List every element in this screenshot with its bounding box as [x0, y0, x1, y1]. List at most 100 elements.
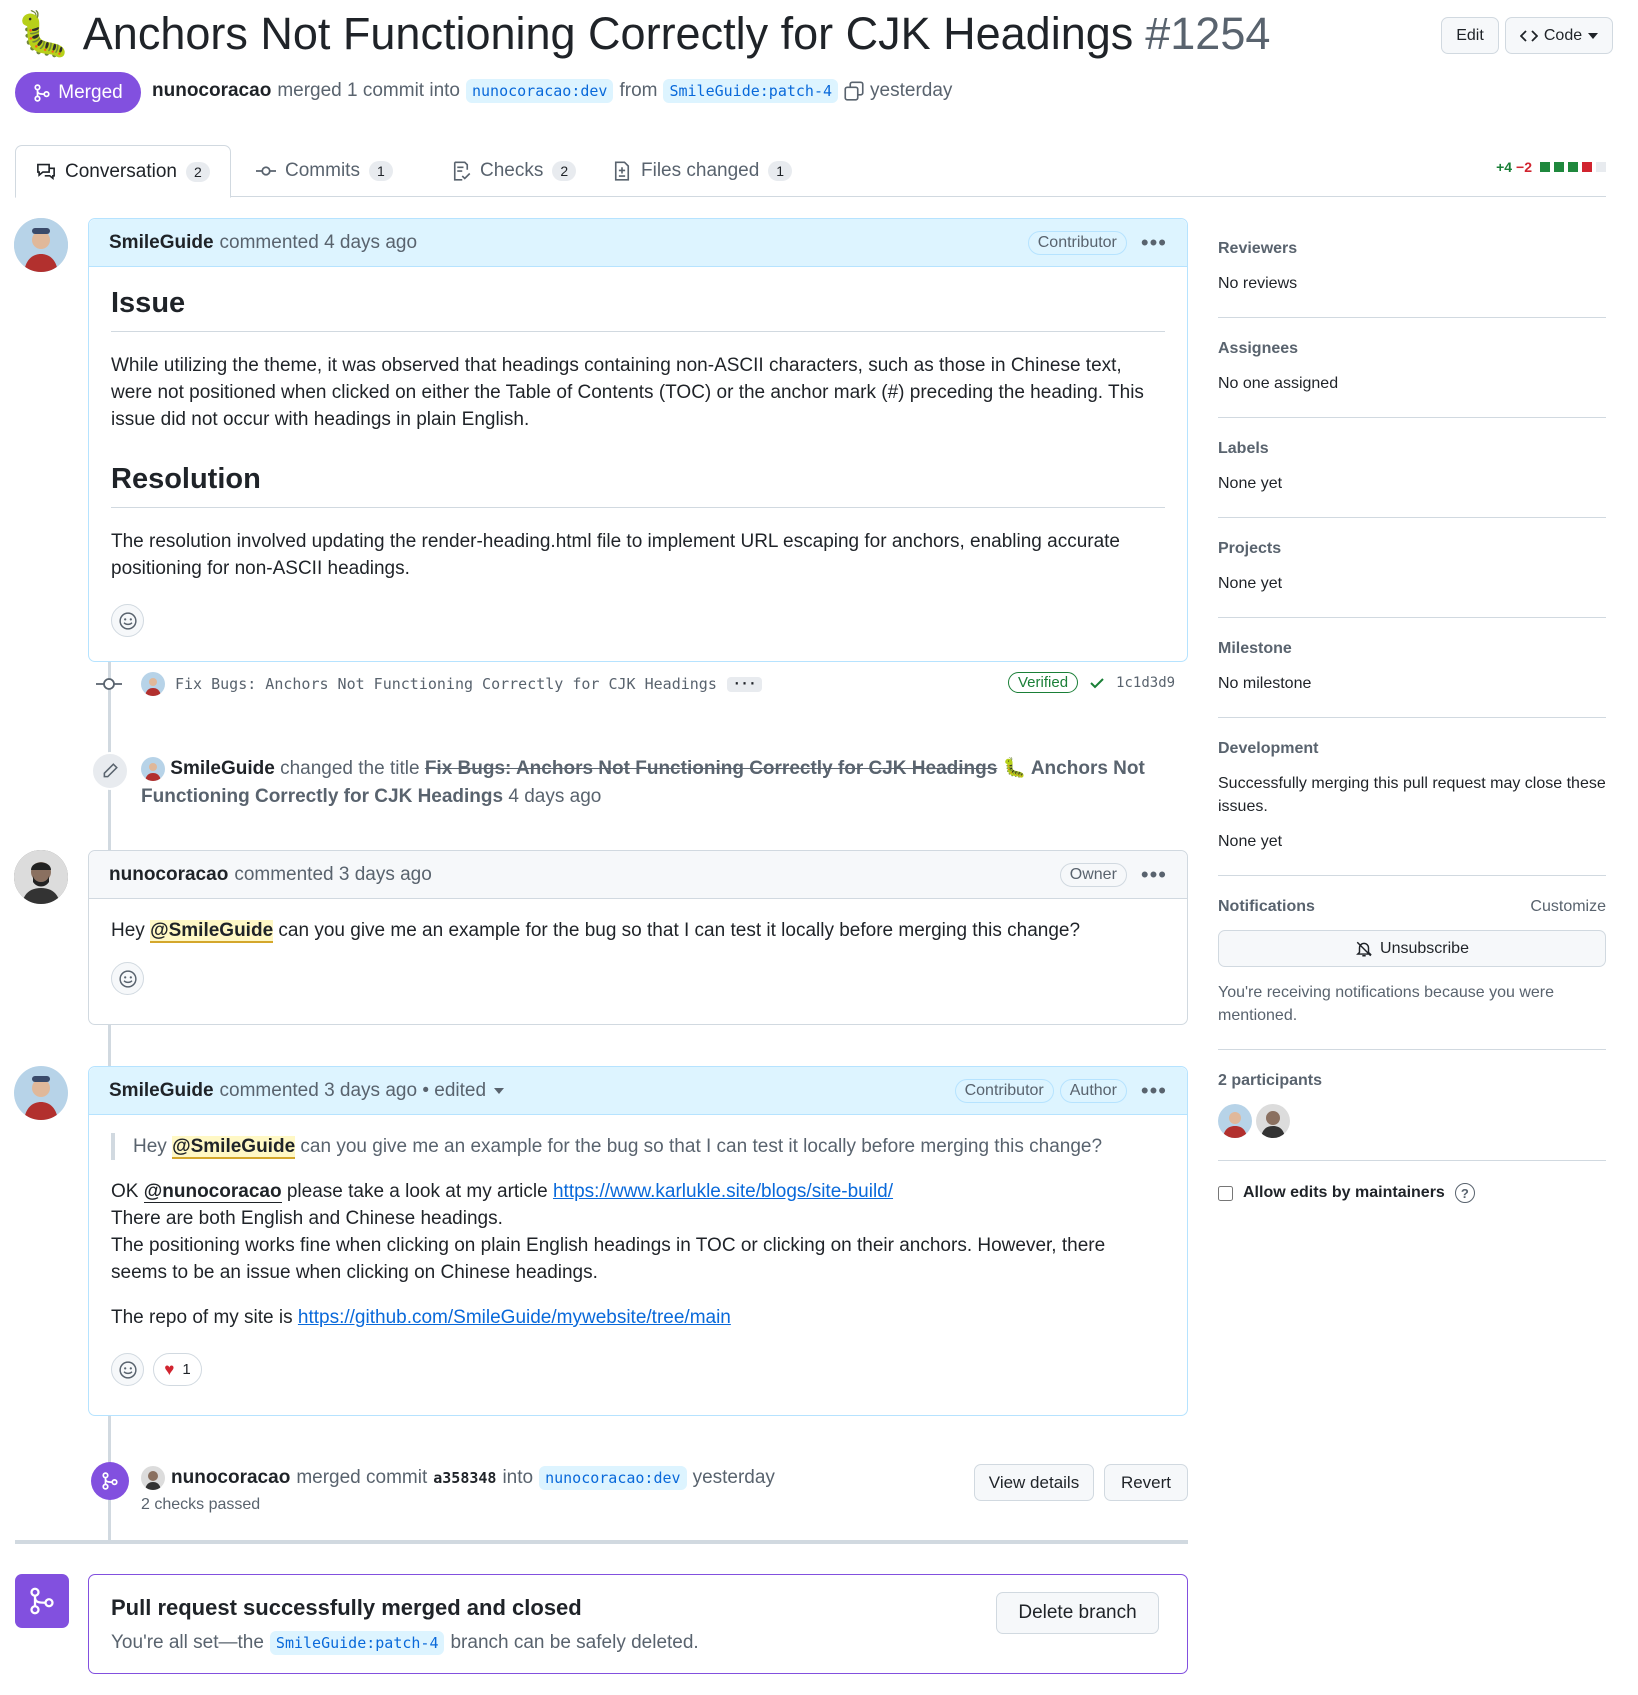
kebab-menu-icon[interactable]: ••• [1141, 862, 1167, 888]
sidebar-milestone: Milestone No milestone [1218, 640, 1606, 718]
comment-author[interactable]: SmileGuide [109, 232, 214, 254]
text: Hey [111, 920, 145, 941]
pencil-icon [91, 752, 129, 790]
milestone-heading[interactable]: Milestone [1218, 640, 1606, 658]
state-label: Merged [58, 81, 123, 103]
expand-commit-button[interactable]: ··· [726, 676, 763, 692]
delete-branch-button[interactable]: Delete branch [996, 1592, 1159, 1634]
development-heading[interactable]: Development [1218, 740, 1606, 758]
checks-passed[interactable]: 2 checks passed [141, 1496, 260, 1514]
verified-badge[interactable]: Verified [1008, 672, 1079, 693]
owner-badge: Owner [1059, 862, 1127, 887]
labels-heading[interactable]: Labels [1218, 440, 1606, 458]
code-label: Code [1543, 26, 1583, 44]
tab-checks[interactable]: Checks 2 [431, 145, 596, 197]
sidebar-notifications: Notifications Customize Unsubscribe You'… [1218, 898, 1606, 1050]
avatar[interactable] [14, 850, 68, 904]
reviewers-value: No reviews [1218, 275, 1298, 292]
code-button[interactable]: Code [1505, 17, 1613, 54]
head-branch[interactable]: SmileGuide:patch-4 [269, 1631, 445, 1655]
caterpillar-emoji: 🐛 [16, 10, 71, 59]
edit-label: Edit [1456, 26, 1484, 44]
comment-time[interactable]: commented 4 days ago [220, 232, 418, 254]
add-reaction-icon[interactable] [111, 962, 144, 995]
comment-discussion-icon [37, 163, 55, 180]
revert-button[interactable]: Revert [1104, 1464, 1188, 1501]
new-title-part2: Functioning Correctly for CJK Headings [141, 786, 504, 807]
avatar[interactable] [1218, 1104, 1252, 1138]
comment-time[interactable]: commented 3 days ago • edited [220, 1080, 486, 1102]
sidebar-development: Development Successfully merging this pu… [1218, 740, 1606, 876]
allow-edits-label[interactable]: Allow edits by maintainers [1243, 1184, 1445, 1202]
delete-branch-label: Delete branch [1018, 1602, 1137, 1623]
comment-author[interactable]: nunocoracao [109, 864, 228, 886]
heading-resolution: Resolution [111, 461, 1165, 508]
text: OK [111, 1181, 139, 1202]
merge-commit-sha[interactable]: a358348 [433, 1469, 496, 1487]
merge-text: merged commit [296, 1467, 428, 1488]
tab-files-changed-label: Files changed [641, 160, 760, 181]
rename-author[interactable]: SmileGuide [170, 758, 275, 779]
view-details-button[interactable]: View details [974, 1464, 1094, 1501]
base-branch[interactable]: nunocoracao:dev [539, 1466, 687, 1490]
comment-time[interactable]: commented 3 days ago [234, 864, 432, 886]
head-branch[interactable]: SmileGuide:patch-4 [663, 79, 839, 103]
avatar[interactable] [14, 1066, 68, 1120]
commit-sha[interactable]: 1c1d3d9 [1116, 675, 1175, 691]
kebab-menu-icon[interactable]: ••• [1141, 230, 1167, 256]
text: can you give me an example for the bug s… [278, 920, 1081, 941]
new-title-part1: 🐛 Anchors Not [1002, 758, 1145, 779]
user-mention[interactable]: @SmileGuide [150, 920, 274, 943]
unsubscribe-button[interactable]: Unsubscribe [1218, 930, 1606, 967]
add-reaction-icon[interactable] [111, 1353, 144, 1386]
merged-text: merged 1 commit into [277, 80, 460, 101]
projects-value: None yet [1218, 575, 1283, 592]
contributor-badge: Contributor [954, 1078, 1054, 1103]
tab-files-changed[interactable]: Files changed 1 [592, 145, 812, 197]
kebab-menu-icon[interactable]: ••• [1141, 1078, 1167, 1104]
avatar[interactable] [1256, 1104, 1290, 1138]
allow-edits: Allow edits by maintainers ? [1218, 1183, 1606, 1203]
avatar[interactable] [141, 672, 165, 696]
assignees-heading[interactable]: Assignees [1218, 340, 1606, 358]
avatar[interactable] [14, 218, 68, 272]
rename-time[interactable]: 4 days ago [508, 786, 601, 807]
text: can you give me an example for the bug s… [300, 1136, 1103, 1157]
git-commit-icon [96, 676, 122, 698]
article-link[interactable]: https://www.karlukle.site/blogs/site-bui… [553, 1181, 893, 1202]
comment-header: SmileGuide commented 3 days ago • edited… [89, 1067, 1187, 1115]
base-branch[interactable]: nunocoracao:dev [466, 79, 614, 103]
user-mention[interactable]: @nunocoracao [143, 1181, 282, 1203]
rename-event: SmileGuide changed the title Fix Bugs: A… [141, 755, 1181, 811]
customize-link[interactable]: Customize [1530, 898, 1606, 916]
git-merge-icon [34, 83, 50, 102]
comment-body: Hey @SmileGuide can you give me an examp… [89, 1115, 1187, 1409]
repo-link[interactable]: https://github.com/SmileGuide/mywebsite/… [298, 1307, 731, 1328]
comment-header: SmileGuide commented 4 days ago Contribu… [89, 219, 1187, 267]
add-reaction-icon[interactable] [111, 604, 144, 637]
caret-down-icon[interactable] [494, 1087, 505, 1094]
tab-conversation[interactable]: Conversation 2 [15, 145, 231, 198]
tab-commits[interactable]: Commits 1 [236, 145, 413, 197]
edit-button[interactable]: Edit [1441, 17, 1499, 54]
commit-message[interactable]: Fix Bugs: Anchors Not Functioning Correc… [175, 675, 717, 693]
bell-slash-icon [1356, 941, 1372, 956]
avatar[interactable] [141, 1466, 165, 1490]
participants-label: 2 participants [1218, 1072, 1323, 1089]
projects-heading[interactable]: Projects [1218, 540, 1606, 558]
view-details-label: View details [988, 1472, 1080, 1492]
copy-icon[interactable] [844, 81, 864, 101]
pr-title-text: Anchors Not Functioning Correctly for CJ… [82, 8, 1134, 59]
unsubscribe-label: Unsubscribe [1380, 939, 1469, 957]
merge-time[interactable]: yesterday [693, 1467, 775, 1489]
question-icon[interactable]: ? [1454, 1183, 1475, 1203]
merge-author[interactable]: nunocoracao [171, 1467, 290, 1489]
avatar[interactable] [141, 756, 165, 781]
allow-edits-checkbox[interactable] [1218, 1185, 1233, 1201]
heart-reaction[interactable]: ♥ 1 [153, 1353, 202, 1386]
check-icon[interactable] [1088, 675, 1106, 691]
comment-author[interactable]: SmileGuide [109, 1080, 214, 1102]
user-mention[interactable]: @SmileGuide [172, 1136, 296, 1159]
merger-link[interactable]: nunocoracao [152, 80, 271, 102]
reviewers-heading[interactable]: Reviewers [1218, 240, 1606, 258]
